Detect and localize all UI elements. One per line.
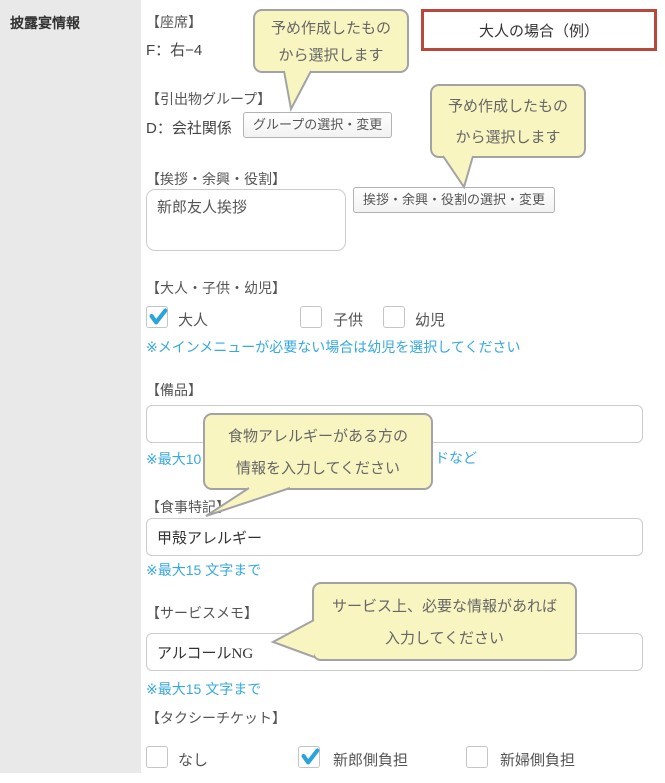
service-memo-label: 【サービスメモ】 [146,603,258,623]
checkbox-infant-label: 幼児 [415,309,445,330]
checkbox-taxi-bride[interactable] [466,746,488,768]
tooltip-line: サービス上、必要な情報があれば [314,595,575,616]
seat-value: F：右−4 [146,39,202,60]
checkbox-child[interactable] [300,306,322,328]
role-textarea[interactable]: 新郎友人挨拶 [146,189,346,251]
role-label: 【挨拶・余興・役割】 [146,169,286,189]
check-icon [147,305,169,327]
tooltip-bubble-seat: 予め作成したもの から選択します [253,9,409,73]
gift-group-value: D：会社関係 [146,117,232,138]
example-badge: 大人の場合（例） [421,9,657,51]
section-title: 披露宴情報 [10,13,80,33]
meal-input[interactable] [146,518,643,556]
age-label: 【大人・子供・幼児】 [146,278,286,298]
seat-label: 【座席】 [146,12,202,32]
meal-label: 【食事特記】 [146,497,230,517]
tooltip-line: 食物アレルギーがある方の [205,425,431,446]
gift-group-select-button[interactable]: グループの選択・変更 [243,112,392,138]
tooltip-bubble-meal: 食物アレルギーがある方の 情報を入力してください [203,413,433,490]
tooltip-line: 予め作成したもの [432,95,584,116]
bubble-tail-seat [284,71,311,109]
checkbox-taxi-groom[interactable] [298,746,320,768]
tooltip-line: 入力してください [314,627,575,648]
checkbox-adult-label: 大人 [178,309,208,330]
bubble-tail-group [443,156,473,187]
check-icon [299,745,321,767]
tooltip-line: 情報を入力してください [205,457,431,478]
checkbox-taxi-none[interactable] [146,746,168,768]
checkbox-infant[interactable] [383,306,405,328]
tooltip-line: から選択します [432,126,584,147]
tooltip-bubble-service: サービス上、必要な情報があれば 入力してください [312,582,577,661]
checkbox-adult[interactable] [146,306,168,328]
equipment-note-right: ドなど [435,448,477,468]
taxi-label: 【タクシーチケット】 [146,708,286,728]
age-note: ※メインメニューが必要ない場合は幼児を選択してください [146,337,520,357]
tooltip-line: から選択します [255,44,407,65]
service-memo-note: ※最大15 文字まで [146,679,261,699]
checkbox-child-label: 子供 [333,309,363,330]
role-select-button[interactable]: 挨拶・余興・役割の選択・変更 [353,187,555,213]
tooltip-line: 予め作成したもの [255,17,407,38]
meal-note: ※最大15 文字まで [146,560,261,580]
equipment-label: 【備品】 [146,380,202,400]
gift-group-label: 【引出物グループ】 [146,89,271,109]
checkbox-taxi-bride-label: 新婦側負担 [500,749,575,770]
checkbox-taxi-groom-label: 新郎側負担 [333,749,408,770]
reception-info-form: 披露宴情報 【座席】 F：右−4 大人の場合（例） 予め作成したもの から選択し… [0,0,665,783]
sidebar [0,0,141,773]
checkbox-taxi-none-label: なし [178,749,208,770]
tooltip-bubble-group: 予め作成したもの から選択します [430,84,586,158]
